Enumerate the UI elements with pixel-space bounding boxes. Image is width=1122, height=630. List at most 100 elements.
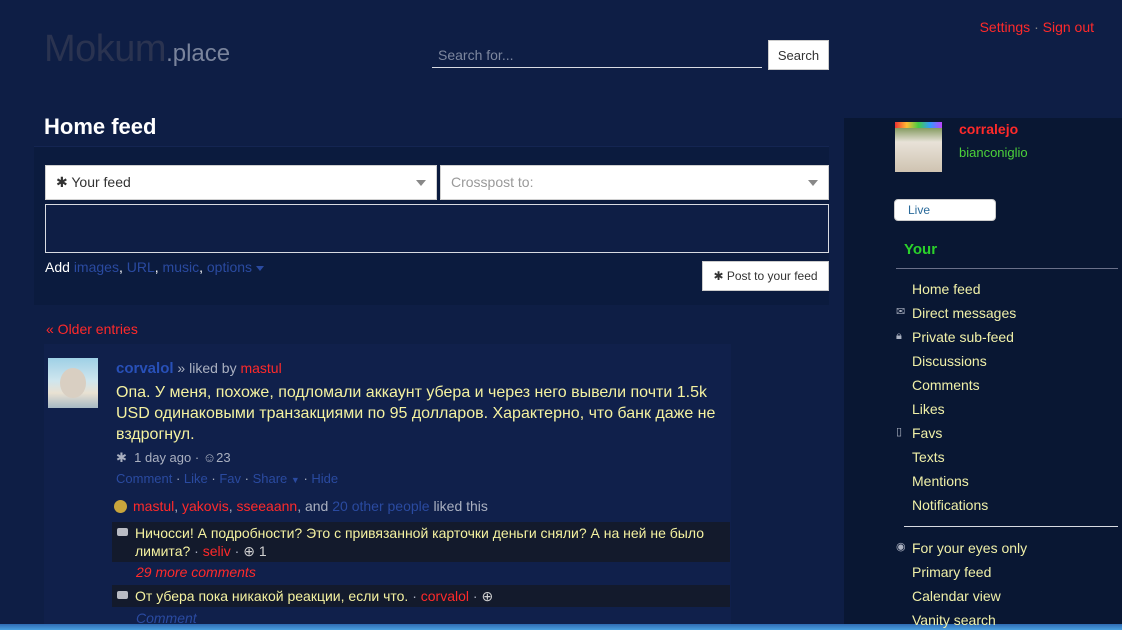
eye-icon: ◉ (896, 541, 906, 553)
search-input[interactable] (432, 42, 762, 68)
logo-main: Mokum (44, 28, 167, 70)
smiley-icon[interactable]: ☺ (203, 450, 216, 465)
more-comments-link[interactable]: 29 more comments (136, 564, 256, 580)
sidebar-item-label: Texts (912, 449, 945, 465)
envelope-icon: ✉ (896, 306, 906, 318)
sidebar-item-label: Primary feed (912, 564, 992, 580)
avatar[interactable] (48, 358, 98, 408)
add-music-link[interactable]: music (163, 259, 200, 275)
fav-action[interactable]: Fav (219, 471, 241, 486)
comment-bubble-icon (117, 528, 128, 536)
sidebar-item-label: Likes (912, 401, 945, 417)
crosspost-placeholder: Crosspost to: (451, 174, 534, 190)
sidebar-header-strip (844, 37, 1122, 118)
comment-author-link[interactable]: corvalol (421, 588, 469, 604)
share-label: Share (252, 471, 288, 486)
likes-line: mastul, yakovis, sseeaann, and 20 other … (114, 498, 488, 514)
likers-and: , and (297, 498, 329, 514)
bookmark-icon: ▯ (896, 426, 903, 438)
sidebar-item-label: Vanity search (912, 612, 996, 628)
liked-this-label: liked this (433, 498, 488, 514)
chevron-down-icon (256, 265, 265, 271)
sidebar-item-notifications[interactable]: Notifications (896, 497, 1116, 513)
sidebar-item-discussions[interactable]: Discussions (896, 353, 1116, 369)
signout-link[interactable]: Sign out (1043, 19, 1094, 35)
comment-item: От убера пока никакой реакции, если что.… (112, 585, 730, 607)
page-title: Home feed (44, 114, 157, 139)
chevron-down-icon (808, 180, 818, 186)
sidebar-item-label: Comments (912, 377, 980, 393)
sidebar-item-for-your-eyes-only[interactable]: ◉ For your eyes only (896, 540, 1116, 556)
liker-link[interactable]: yakovis (182, 498, 229, 514)
sidebar-item-label: Calendar view (912, 588, 1001, 604)
sidebar-item-label: Mentions (912, 473, 969, 489)
sidebar-item-private-sub-feed[interactable]: 🔒︎ Private sub-feed (896, 329, 1116, 345)
add-url-link[interactable]: URL (127, 259, 155, 275)
comment-action[interactable]: Comment (116, 471, 172, 486)
settings-link[interactable]: Settings (980, 19, 1031, 35)
liker-link[interactable]: mastul (133, 498, 174, 514)
feed-select[interactable]: ✱ Your feed (45, 165, 437, 200)
upvote-icon[interactable]: ⊕ (481, 588, 493, 604)
sidebar-item-label: Direct messages (912, 305, 1017, 321)
other-likers-link[interactable]: 20 other people (332, 498, 429, 514)
avatar-rainbow (895, 122, 942, 128)
upvote-icon[interactable]: ⊕ (243, 543, 255, 559)
sidebar-item-comments[interactable]: Comments (896, 377, 1116, 393)
composer-divider (34, 146, 829, 147)
sidebar-item-texts[interactable]: Texts (896, 449, 1116, 465)
crosspost-select[interactable]: Crosspost to: (440, 165, 829, 200)
comment-author-link[interactable]: seliv (203, 543, 231, 559)
link-separator: · (1034, 19, 1039, 35)
sidebar-divider (896, 268, 1118, 269)
sidebar-item-direct-messages[interactable]: ✉ Direct messages (896, 305, 1116, 321)
liked-by-user-link[interactable]: mastul (240, 360, 281, 376)
sidebar-section-title: Your (904, 241, 938, 258)
hide-action[interactable]: Hide (311, 471, 338, 486)
sidebar-item-likes[interactable]: Likes (896, 401, 1116, 417)
sidebar-item-mentions[interactable]: Mentions (896, 473, 1116, 489)
like-action[interactable]: Like (184, 471, 208, 486)
profile-username-link[interactable]: corralejo (959, 121, 1018, 137)
smiley-icon (114, 500, 127, 513)
site-logo[interactable]: Mokum.place (44, 28, 230, 71)
reactions-count: 23 (216, 450, 231, 465)
entry-author-line: corvalol » liked by mastul (116, 360, 282, 377)
sidebar-item-primary-feed[interactable]: Primary feed (896, 564, 1116, 580)
sidebar-item-label: Notifications (912, 497, 989, 513)
older-entries-link[interactable]: « Older entries (46, 321, 138, 337)
chevron-down-icon (416, 180, 426, 186)
add-images-link[interactable]: images (74, 259, 119, 275)
entry-actions: Comment · Like · Fav · Share ▼ · Hide (116, 471, 339, 486)
share-action[interactable]: Share ▼ (253, 471, 300, 486)
sidebar-item-vanity-search[interactable]: Vanity search (896, 612, 1116, 628)
feed-select-value: ✱ Your feed (56, 174, 131, 190)
entry-time-link[interactable]: 1 day ago (134, 450, 191, 465)
post-button[interactable]: ✱ Post to your feed (702, 261, 829, 291)
add-options-link[interactable]: options (207, 259, 265, 275)
sidebar-item-home-feed[interactable]: Home feed (896, 281, 1116, 297)
sidebar-item-label: Discussions (912, 353, 987, 369)
sidebar-item-label: Home feed (912, 281, 981, 297)
liker-link[interactable]: sseeaann (236, 498, 297, 514)
comment-text: От убера пока никакой реакции, если что. (135, 588, 409, 604)
entry-author-link[interactable]: corvalol (116, 360, 174, 377)
live-button[interactable]: Live (894, 199, 996, 221)
comment-item: Ничосси! А подробности? Это с привязанно… (112, 522, 730, 562)
avatar[interactable] (895, 122, 942, 172)
sidebar-item-label: For your eyes only (912, 540, 1028, 556)
sidebar-item-label: Private sub-feed (912, 329, 1014, 345)
add-label: Add (45, 259, 70, 275)
add-attachments-row: Add images, URL, music, options (45, 259, 265, 275)
profile-subname-link[interactable]: bianconiglio (959, 145, 1028, 160)
entry-text: Опа. У меня, похоже, подломали аккаунт у… (116, 384, 716, 443)
sidebar-item-favs[interactable]: ▯ Favs (896, 425, 1116, 441)
asterisk-icon: ✱ (116, 450, 127, 465)
sidebar-divider (904, 526, 1118, 527)
post-textarea[interactable] (45, 204, 829, 253)
sidebar-item-calendar-view[interactable]: Calendar view (896, 588, 1116, 604)
comment-bubble-icon (117, 591, 128, 599)
logo-suffix: .place (166, 40, 231, 67)
account-links: Settings · Sign out (980, 19, 1094, 35)
search-button[interactable]: Search (768, 40, 829, 70)
